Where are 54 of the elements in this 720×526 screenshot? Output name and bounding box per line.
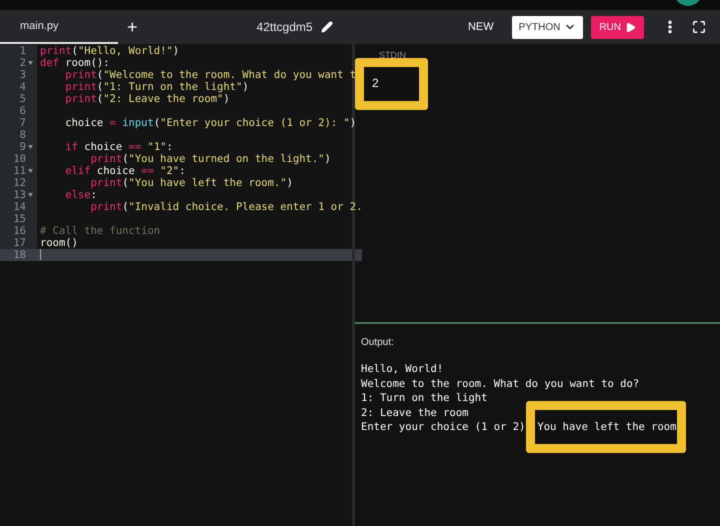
line-number: 14: [13, 201, 26, 213]
code-line: print("Welcome to the room. What do you want t: [64, 69, 356, 81]
output-line: Enter your choice (1 or 2): [361, 420, 526, 434]
code-line: else:: [64, 189, 97, 201]
line-number: 11: [13, 165, 26, 177]
line-number: 1: [20, 45, 26, 57]
line-number: 5: [20, 93, 26, 105]
code-line: choice = input("Enter your choice (1 or 2): "): [64, 117, 356, 129]
text-cursor: [40, 249, 41, 260]
fullscreen-icon[interactable]: [692, 20, 706, 34]
line-number: 17: [13, 237, 26, 249]
run-button[interactable]: RUN: [591, 16, 644, 38]
fold-arrow-icon[interactable]: [28, 193, 33, 197]
code-line: room(): [40, 237, 78, 249]
output-line: Hello, World!: [361, 362, 444, 376]
play-icon: [625, 22, 636, 32]
line-number: 6: [20, 105, 26, 117]
line-number: 13: [13, 189, 26, 201]
code-line: def room():: [40, 57, 110, 69]
code-line: print("Invalid choice. Please enter 1 or 2.: [90, 201, 362, 213]
code-line: print("1: Turn on the light"): [64, 81, 249, 93]
output-response: You have left the room: [537, 420, 676, 434]
fold-arrow-icon[interactable]: [28, 145, 33, 149]
add-tab-button[interactable]: +: [127, 18, 138, 36]
new-button[interactable]: NEW: [468, 18, 494, 36]
line-number: 10: [13, 153, 26, 165]
code-line: if choice == "1":: [64, 141, 173, 153]
line-number: 9: [20, 141, 26, 153]
language-dropdown[interactable]: PYTHON: [512, 16, 584, 38]
code-line: print("You have left the room."): [90, 177, 293, 189]
line-number: 7: [20, 117, 26, 129]
output-line: 1: Turn on the light: [361, 391, 488, 406]
code-line: print("2: Leave the room"): [64, 93, 230, 105]
fold-arrow-icon[interactable]: [28, 169, 33, 173]
line-number: 3: [20, 69, 26, 81]
stdin-label: STDIN: [379, 50, 407, 60]
line-number: 15: [13, 213, 26, 225]
line-number: 8: [20, 129, 26, 141]
output-line: 2: Leave the room: [361, 406, 470, 420]
line-number: 16: [13, 225, 26, 237]
edit-icon[interactable]: [320, 21, 333, 33]
line-number: 4: [20, 81, 26, 93]
output-line: Welcome to the room. What do you want to do?: [361, 376, 640, 391]
stdin-field[interactable]: 2: [355, 58, 428, 110]
code-line: print("Hello, World!"): [40, 45, 180, 57]
output-label: Output:: [361, 336, 395, 350]
code-line: elif choice == "2":: [64, 165, 186, 177]
code-line: print("You have turned on the light."): [90, 153, 331, 165]
fold-arrow-icon[interactable]: [28, 61, 33, 65]
line-number: 2: [20, 57, 26, 69]
code-line: # Call the function: [40, 225, 160, 237]
line-number: 18: [13, 249, 26, 261]
project-name: 42ttcgdm5: [256, 19, 313, 36]
line-number: 12: [13, 177, 26, 189]
